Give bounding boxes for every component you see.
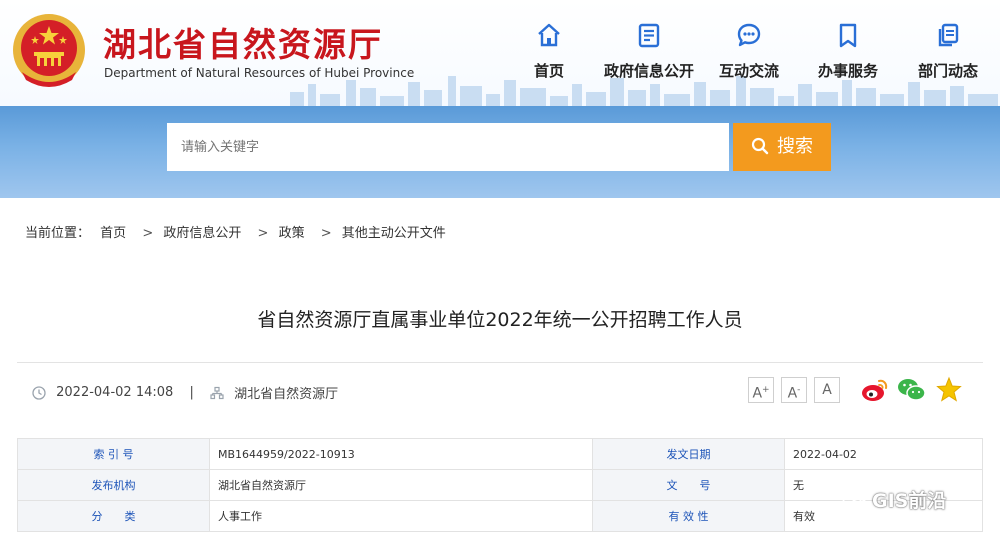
search-button[interactable]: 搜索 [733,123,831,171]
validity-label: 有 效 性 [592,500,785,532]
copy-icon [938,23,959,47]
category-label: 分 类 [17,500,210,532]
publish-datetime: 2022-04-02 14:08 [56,385,174,400]
nav-label: 办事服务 [817,62,878,80]
table-row: 发布机构 湖北省自然资源厅 文 号 无 [17,469,983,501]
breadcrumb-item-home[interactable]: 首页 [100,226,126,241]
font-glyph: A [787,385,798,402]
breadcrumb-separator: > [320,226,332,241]
issue-date-value: 2022-04-02 [784,438,983,470]
favorite-star-icon[interactable] [936,376,962,404]
font-glyph: A [752,385,763,402]
nav-label: 部门动态 [917,62,978,80]
site-header: 湖北省自然资源厅 Department of Natural Resources… [0,0,1000,106]
breadcrumb: 当前位置： 首页 > 政府信息公开 > 政策 > 其他主动公开文件 [25,222,452,241]
issue-date-label: 发文日期 [592,438,785,470]
breadcrumb-separator: > [142,226,154,241]
publisher-organization: 湖北省自然资源厅 [234,387,339,402]
font-decrease-button[interactable]: A- [781,377,807,403]
font-increase-button[interactable]: A+ [748,377,774,403]
breadcrumb-item-other-docs[interactable]: 其他主动公开文件 [342,226,446,241]
search-input[interactable] [167,123,729,171]
organization-icon [210,386,224,399]
font-mark: + [762,385,770,395]
publisher-value: 湖北省自然资源厅 [209,469,593,501]
meta-divider: | [189,385,194,400]
breadcrumb-item-policy[interactable]: 政策 [279,226,305,241]
table-row: 分 类 人事工作 有 效 性 有效 [17,500,983,532]
table-row: 索 引 号 MB1644959/2022-10913 发文日期 2022-04-… [17,438,983,470]
nav-label: 政府信息公开 [603,62,694,80]
document-number-label: 文 号 [592,469,785,501]
weibo-icon[interactable] [860,376,890,404]
font-glyph: A [822,382,832,398]
nav-item-gov-info[interactable]: 政府信息公开 [599,18,699,88]
category-value: 人事工作 [209,500,593,532]
home-icon [538,23,560,47]
chat-icon [737,23,761,47]
index-number-value: MB1644959/2022-10913 [209,438,593,470]
search-icon [751,137,769,154]
site-title: 湖北省自然资源厅 [103,25,383,64]
search-button-label: 搜索 [777,136,813,157]
nav-item-services[interactable]: 办事服务 [798,18,898,88]
font-mark: - [797,385,801,395]
breadcrumb-separator: > [257,226,269,241]
nav-item-interaction[interactable]: 互动交流 [699,18,799,88]
document-info-table: 索 引 号 MB1644959/2022-10913 发文日期 2022-04-… [17,438,983,532]
nav-label: 首页 [533,62,564,80]
wechat-icon[interactable] [897,376,927,404]
bookmark-icon [839,23,857,48]
watermark: GIS前沿 [842,486,946,513]
breadcrumb-item-gov-info[interactable]: 政府信息公开 [163,226,241,241]
article-title: 省自然资源厅直属事业单位2022年统一公开招聘工作人员 [257,309,743,331]
nav-item-department-news[interactable]: 部门动态 [898,18,998,88]
site-subtitle: Department of Natural Resources of Hubei… [104,66,415,80]
wechat-outline-icon [842,491,868,512]
nav-item-home[interactable]: 首页 [499,18,599,88]
article-meta: 2022-04-02 14:08 | 湖北省自然资源厅 [32,383,338,402]
publisher-label: 发布机构 [17,469,210,501]
clock-icon [32,385,46,400]
national-emblem-icon [13,14,85,87]
nav-label: 互动交流 [718,62,779,80]
title-divider [17,362,983,363]
font-reset-button[interactable]: A [814,377,840,403]
breadcrumb-prefix: 当前位置： [25,226,91,241]
watermark-text: GIS前沿 [872,490,947,512]
document-icon [638,23,660,48]
index-number-label: 索 引 号 [17,438,210,470]
